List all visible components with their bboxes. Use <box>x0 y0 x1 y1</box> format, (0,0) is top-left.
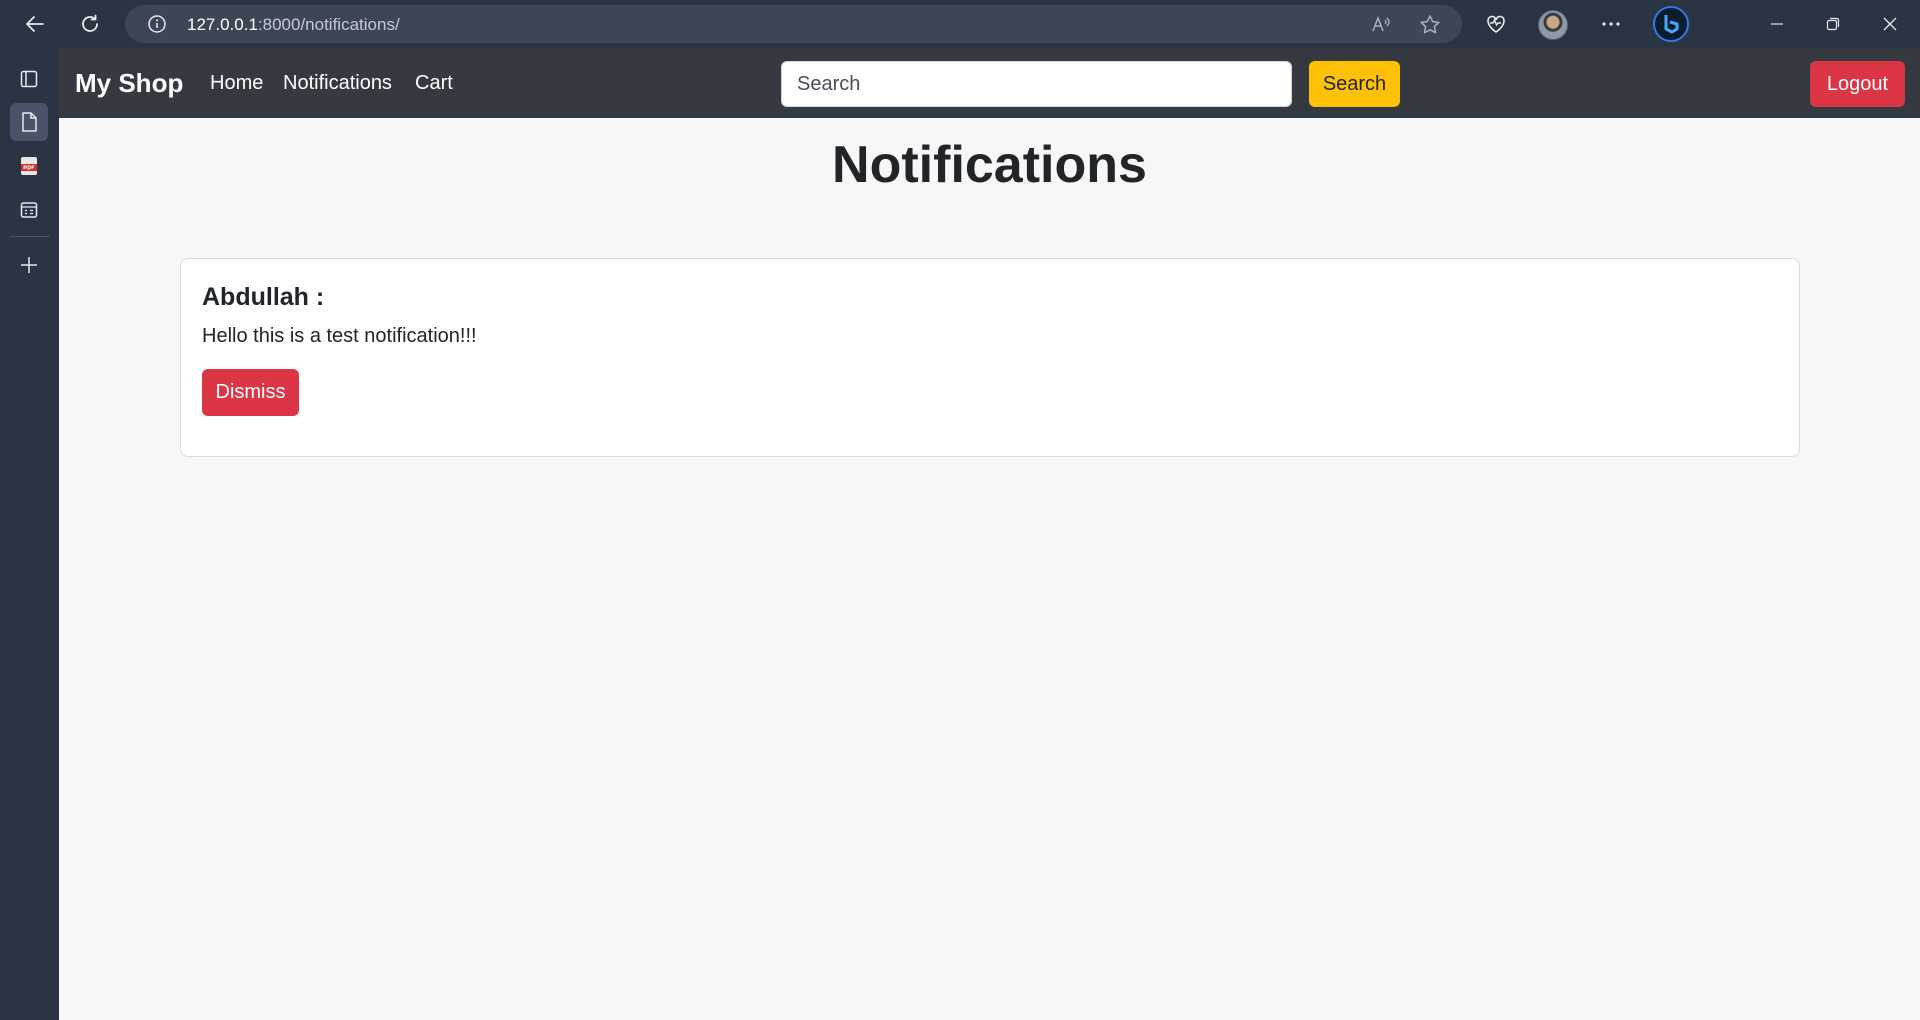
app-tab-icon[interactable] <box>10 191 48 229</box>
nav-link-home[interactable]: Home <box>210 72 263 95</box>
profile-avatar[interactable] <box>1538 10 1568 40</box>
notification-sender: Abdullah : <box>202 283 325 311</box>
logout-button[interactable]: Logout <box>1810 61 1905 107</box>
restore-icon[interactable] <box>1815 6 1851 42</box>
favorite-star-icon[interactable] <box>1417 12 1443 38</box>
add-icon[interactable] <box>10 246 48 284</box>
address-bar[interactable]: 127.0.0.1:8000/notifications/ <box>125 5 1462 43</box>
page-title: Notifications <box>832 136 1147 194</box>
more-options-icon[interactable] <box>1593 6 1629 42</box>
pdf-tab-icon[interactable] <box>10 147 48 185</box>
document-tab-icon[interactable] <box>10 103 48 141</box>
url-text[interactable]: 127.0.0.1:8000/notifications/ <box>187 15 400 35</box>
navbar: My Shop Home Notifications Cart Search L… <box>59 48 1920 118</box>
browser-toolbar: 127.0.0.1:8000/notifications/ <box>0 0 1920 48</box>
info-icon[interactable] <box>147 14 167 34</box>
minimize-icon[interactable] <box>1759 6 1795 42</box>
brand-logo[interactable]: My Shop <box>75 68 183 99</box>
search-button[interactable]: Search <box>1309 61 1400 107</box>
tab-actions-icon[interactable] <box>10 60 48 98</box>
reload-icon[interactable] <box>72 6 108 42</box>
nav-link-cart[interactable]: Cart <box>415 72 453 95</box>
browser-side-panel <box>0 48 59 1020</box>
browser-essentials-icon[interactable] <box>1478 6 1514 42</box>
notification-card: Abdullah : Hello this is a test notifica… <box>180 258 1800 457</box>
close-icon[interactable] <box>1872 6 1908 42</box>
sidebar-divider <box>10 236 50 237</box>
read-aloud-icon[interactable] <box>1368 12 1394 38</box>
dismiss-button[interactable]: Dismiss <box>202 369 299 416</box>
copilot-icon[interactable] <box>1653 6 1689 42</box>
notification-message: Hello this is a test notification!!! <box>202 325 477 347</box>
back-arrow-icon[interactable] <box>17 6 53 42</box>
search-input[interactable] <box>781 61 1292 107</box>
nav-link-notifications[interactable]: Notifications <box>283 72 392 95</box>
